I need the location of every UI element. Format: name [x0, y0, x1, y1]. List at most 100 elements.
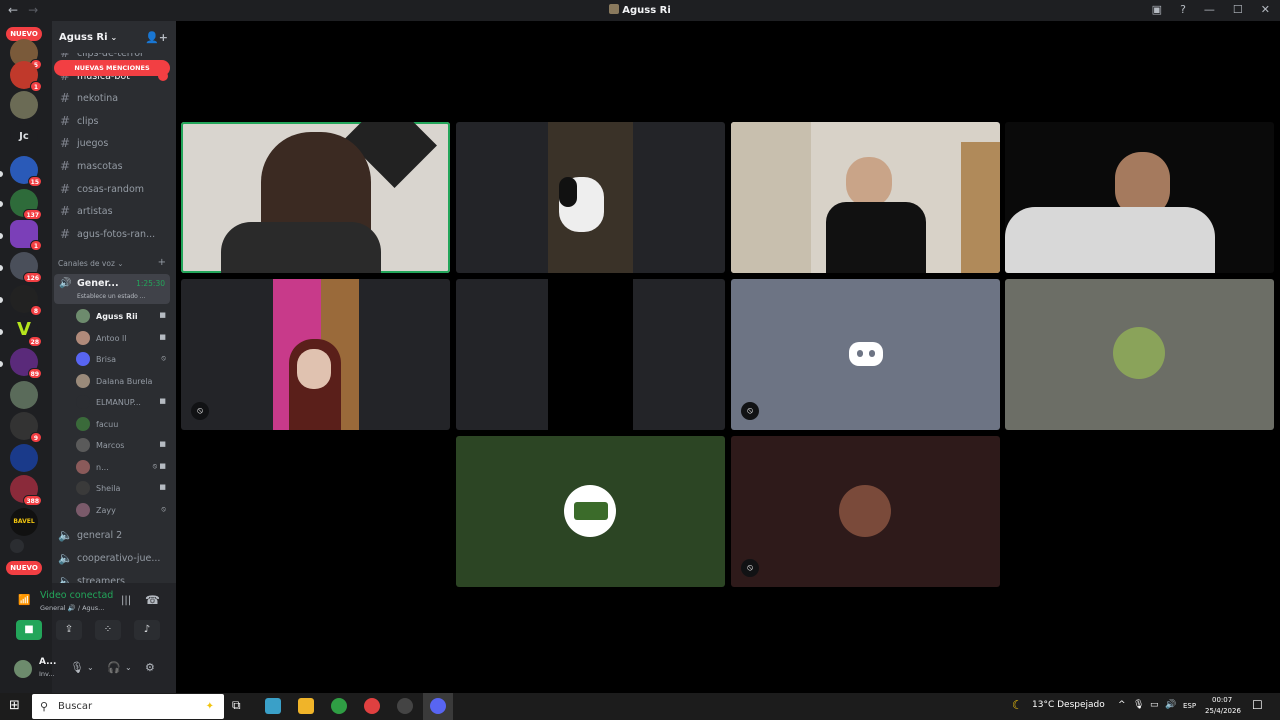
server-icon[interactable]: V 28 — [10, 316, 42, 347]
minimize-icon[interactable]: — — [1204, 3, 1215, 16]
channel-artistas[interactable]: # artistas — [58, 201, 172, 221]
video-tile-brisa[interactable]: ⦸ — [731, 279, 1000, 430]
chevron-up-icon[interactable]: ^ — [1118, 700, 1126, 710]
speaker-icon: 🔊 — [59, 278, 72, 289]
voice-user[interactable]: Zayy ⦸ — [76, 500, 168, 520]
chrome-icon[interactable] — [364, 698, 380, 714]
server-icon[interactable]: 388 — [10, 475, 42, 506]
server-icon[interactable]: 15 — [10, 156, 42, 187]
inbox-icon[interactable]: ▣ — [1152, 3, 1162, 16]
video-tile-truck[interactable] — [456, 436, 725, 587]
disconnect-icon[interactable]: ☎ — [145, 593, 160, 607]
voice-user[interactable]: Brisa ⦸ — [76, 349, 168, 369]
avatar[interactable] — [14, 660, 32, 678]
face-shape — [846, 157, 892, 207]
volume-icon[interactable]: 🔊 — [1165, 700, 1176, 710]
channel-clips[interactable]: # clips — [58, 111, 172, 131]
video-tile-headset[interactable] — [731, 122, 1000, 273]
video-icon: ■ — [159, 440, 166, 448]
notifications-icon[interactable]: ☐ — [1252, 698, 1263, 712]
server-icon[interactable] — [10, 381, 38, 409]
server-icon[interactable]: 89 — [10, 348, 42, 379]
close-icon[interactable]: ✕ — [1261, 3, 1270, 16]
voice-user[interactable]: n... ⦸ ■ — [76, 457, 168, 477]
microphone-icon[interactable]: 🎙 — [1133, 700, 1144, 710]
signal-icon[interactable]: 📶 — [18, 595, 30, 606]
avatar — [76, 417, 90, 431]
video-tile-black[interactable] — [456, 279, 725, 430]
help-icon[interactable]: ? — [1180, 3, 1186, 16]
headphones-icon[interactable]: 🎧 — [107, 661, 121, 674]
weather-text[interactable]: 13°C Despejado — [1032, 700, 1105, 710]
noise-suppression-icon[interactable]: ||| — [121, 595, 131, 606]
discord-icon[interactable] — [430, 698, 446, 714]
network-icon[interactable]: ▭ — [1150, 700, 1159, 710]
clock-time[interactable]: 00:07 — [1212, 696, 1232, 704]
server-icon[interactable]: 137 — [10, 189, 42, 220]
video-tile-dark[interactable] — [1005, 122, 1274, 273]
maximize-icon[interactable]: ☐ — [1233, 3, 1243, 16]
set-status-prompt[interactable]: Establece un estado ... — [77, 293, 145, 300]
microphone-icon[interactable]: 🎙 — [70, 661, 84, 674]
voice-location[interactable]: General 🔊 / Agus... — [40, 604, 104, 612]
server-icon[interactable]: 9 — [10, 412, 42, 443]
soundboard-button[interactable]: ♪ — [134, 620, 160, 640]
new-indicator-bottom[interactable]: NUEVO — [6, 561, 42, 575]
channel-nekotina[interactable]: # nekotina — [58, 88, 172, 108]
server-icon[interactable] — [10, 91, 38, 119]
settings-gear-icon[interactable]: ⚙ — [145, 661, 155, 674]
app-icon[interactable] — [397, 698, 413, 714]
voice-user-name: n... — [96, 462, 109, 472]
voice-channel-general-2[interactable]: 🔈 general 2 — [58, 525, 172, 545]
blanket-shape — [1005, 207, 1215, 273]
channel-cosas-random[interactable]: # cosas-random — [58, 179, 172, 199]
server-icon[interactable] — [10, 539, 24, 553]
server-icon[interactable]: 126 — [10, 252, 42, 283]
screen-share-button[interactable]: ⇪ — [56, 620, 82, 640]
server-bavel[interactable]: BAVEL — [10, 508, 38, 536]
video-tile-dalana[interactable]: ⦸ — [731, 436, 1000, 587]
clock-date[interactable]: 25/4/2026 — [1205, 707, 1241, 715]
language-indicator[interactable]: ESP — [1183, 702, 1196, 710]
title-bar: ← → Aguss Ri ▣ ? — ☐ ✕ — [0, 0, 1280, 21]
voice-user[interactable]: Sheila ■ — [76, 478, 168, 498]
guild-header[interactable]: Aguss Ri ⌄ 👤+ — [52, 21, 176, 53]
voice-user[interactable]: facuu — [76, 414, 168, 434]
taskbar-search[interactable]: ⚲ Buscar ✦ — [32, 694, 224, 719]
file-explorer-icon[interactable] — [298, 698, 314, 714]
chevron-down-icon[interactable]: ⌄ — [125, 663, 132, 672]
server-icon[interactable]: 8 — [10, 285, 42, 316]
voice-section-header[interactable]: Canales de voz ⌄ + — [58, 257, 170, 268]
voice-user[interactable]: Antoo ll ■ — [76, 328, 168, 348]
task-view-icon[interactable]: ⧉ — [232, 698, 248, 714]
voice-user-name: facuu — [96, 419, 119, 429]
voice-channel-general[interactable]: 🔊 Gener... 1:25:30 Establece un estado .… — [54, 274, 170, 304]
channel-juegos[interactable]: # juegos — [58, 133, 172, 153]
windows-start-icon[interactable]: ⊞ — [9, 699, 23, 713]
voice-user[interactable]: ELMANUP... ■ — [76, 392, 168, 412]
invite-icon[interactable]: 👤+ — [145, 31, 168, 44]
chrome-icon[interactable] — [331, 698, 347, 714]
server-jc[interactable]: Jc — [10, 123, 38, 151]
voice-user[interactable]: Dalana Burela — [76, 371, 168, 391]
channel-mascotas[interactable]: # mascotas — [58, 156, 172, 176]
user-name[interactable]: A... — [39, 657, 56, 667]
video-tile-aguss[interactable] — [181, 122, 450, 273]
video-tile-pink[interactable]: ⦸ — [181, 279, 450, 430]
voice-channel-cooperativo[interactable]: 🔈 cooperativo-jue... — [58, 548, 172, 568]
new-mentions-banner[interactable]: NUEVAS MENCIONES — [54, 60, 170, 76]
chevron-down-icon[interactable]: ⌄ — [87, 663, 94, 672]
voice-status[interactable]: Video conectad — [40, 590, 113, 601]
server-icon[interactable] — [10, 444, 38, 472]
video-tile-avatar[interactable] — [1005, 279, 1274, 430]
camera-button[interactable]: ■ — [16, 620, 42, 640]
server-icon[interactable]: 1 — [10, 220, 42, 251]
voice-user[interactable]: Marcos ■ — [76, 435, 168, 455]
app-icon[interactable] — [265, 698, 281, 714]
video-tile-dog[interactable] — [456, 122, 725, 273]
server-icon[interactable]: 1 — [10, 61, 42, 92]
activities-button[interactable]: ⁘ — [95, 620, 121, 640]
channel-agus-fotos[interactable]: # agus-fotos-ran... — [58, 224, 172, 244]
add-channel-icon[interactable]: + — [158, 257, 166, 268]
voice-user[interactable]: Aguss Rii ■ — [76, 306, 168, 326]
